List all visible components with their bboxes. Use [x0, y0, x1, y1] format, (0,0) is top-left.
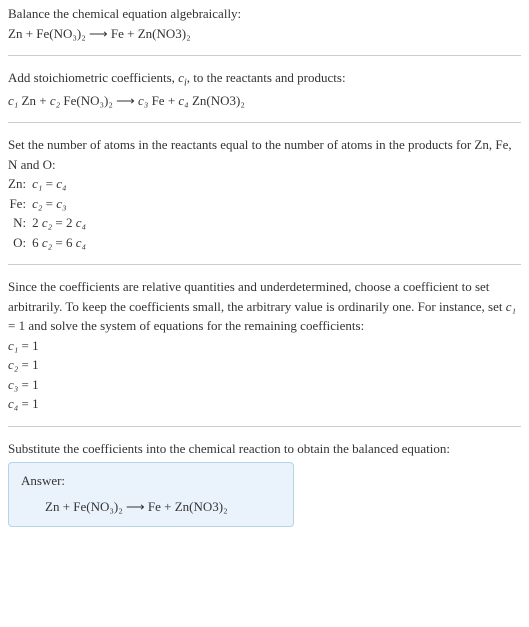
text: Fe + [148, 93, 178, 108]
divider [8, 426, 521, 427]
text: = [42, 176, 56, 191]
coeff-intro: Add stoichiometric coefficients, ci, to … [8, 68, 521, 91]
solve-intro: Since the coefficients are relative quan… [8, 277, 521, 336]
element-label: Zn: [8, 174, 32, 194]
section-solve: Since the coefficients are relative quan… [8, 277, 521, 414]
coeff-equation: c₁ Zn + c₂ Fe(NO₃)₂ ⟶ c₃ Fe + c₄ Zn(NO3)… [8, 91, 521, 111]
var: c₂ [8, 357, 18, 372]
text: 6 [32, 235, 42, 250]
var: c₄ [76, 215, 86, 230]
section-coefficients: Add stoichiometric coefficients, ci, to … [8, 68, 521, 110]
var: c₁ [32, 176, 42, 191]
balance-row-fe: Fe: c₂ = c₃ [8, 194, 90, 214]
equation: c₁ = c₄ [32, 174, 90, 194]
text: = 1 and solve the system of equations fo… [8, 318, 364, 333]
var: c₃ [56, 196, 66, 211]
section-atom-balance: Set the number of atoms in the reactants… [8, 135, 521, 252]
text: Add stoichiometric coefficients, [8, 70, 178, 85]
solution-c4: c₄ = 1 [8, 394, 521, 414]
var: c₄ [76, 235, 86, 250]
text: 2 [32, 215, 42, 230]
text: = 2 [52, 215, 76, 230]
var: c₁ [8, 338, 18, 353]
text: = [42, 196, 56, 211]
var-c2: c₂ [50, 93, 60, 108]
balance-row-zn: Zn: c₁ = c₄ [8, 174, 90, 194]
balance-table: Zn: c₁ = c₄ Fe: c₂ = c₃ N: 2 c₂ = 2 c₄ O… [8, 174, 90, 252]
value: = 1 [18, 396, 38, 411]
element-label: O: [8, 233, 32, 253]
section-problem: Balance the chemical equation algebraica… [8, 4, 521, 43]
value: = 1 [18, 377, 38, 392]
balance-intro: Set the number of atoms in the reactants… [8, 135, 521, 174]
var: c₃ [8, 377, 18, 392]
answer-label: Answer: [21, 471, 281, 491]
var-c1: c₁ [8, 93, 18, 108]
unbalanced-equation: Zn + Fe(NO₃)₂ ⟶ Fe + Zn(NO3)₂ [8, 24, 521, 44]
balance-row-n: N: 2 c₂ = 2 c₄ [8, 213, 90, 233]
divider [8, 122, 521, 123]
var-c4: c₄ [178, 93, 188, 108]
section-answer: Substitute the coefficients into the che… [8, 439, 521, 528]
equation: c₂ = c₃ [32, 194, 90, 214]
balanced-equation: Zn + Fe(NO₃)₂ ⟶ Fe + Zn(NO3)₂ [21, 497, 281, 517]
text: Zn(NO3)₂ [189, 93, 245, 108]
var-c3: c₃ [138, 93, 148, 108]
problem-statement: Balance the chemical equation algebraica… [8, 4, 521, 24]
value: = 1 [18, 357, 38, 372]
text: Fe(NO₃)₂ ⟶ [60, 93, 138, 108]
var: c₄ [56, 176, 66, 191]
equation: 6 c₂ = 6 c₄ [32, 233, 90, 253]
element-label: N: [8, 213, 32, 233]
balance-row-o: O: 6 c₂ = 6 c₄ [8, 233, 90, 253]
value: = 1 [18, 338, 38, 353]
text: , to the reactants and products: [187, 70, 346, 85]
var: c₂ [32, 196, 42, 211]
text: Zn + [18, 93, 50, 108]
answer-box: Answer: Zn + Fe(NO₃)₂ ⟶ Fe + Zn(NO3)₂ [8, 462, 294, 527]
solution-c3: c₃ = 1 [8, 375, 521, 395]
divider [8, 55, 521, 56]
divider [8, 264, 521, 265]
var: c₂ [42, 235, 52, 250]
equation: 2 c₂ = 2 c₄ [32, 213, 90, 233]
var: c₄ [8, 396, 18, 411]
solution-c2: c₂ = 1 [8, 355, 521, 375]
text: = 6 [52, 235, 76, 250]
solution-c1: c₁ = 1 [8, 336, 521, 356]
answer-intro: Substitute the coefficients into the che… [8, 439, 521, 459]
text: Since the coefficients are relative quan… [8, 279, 506, 314]
var: c₂ [42, 215, 52, 230]
var-c1: c₁ [506, 299, 516, 314]
element-label: Fe: [8, 194, 32, 214]
